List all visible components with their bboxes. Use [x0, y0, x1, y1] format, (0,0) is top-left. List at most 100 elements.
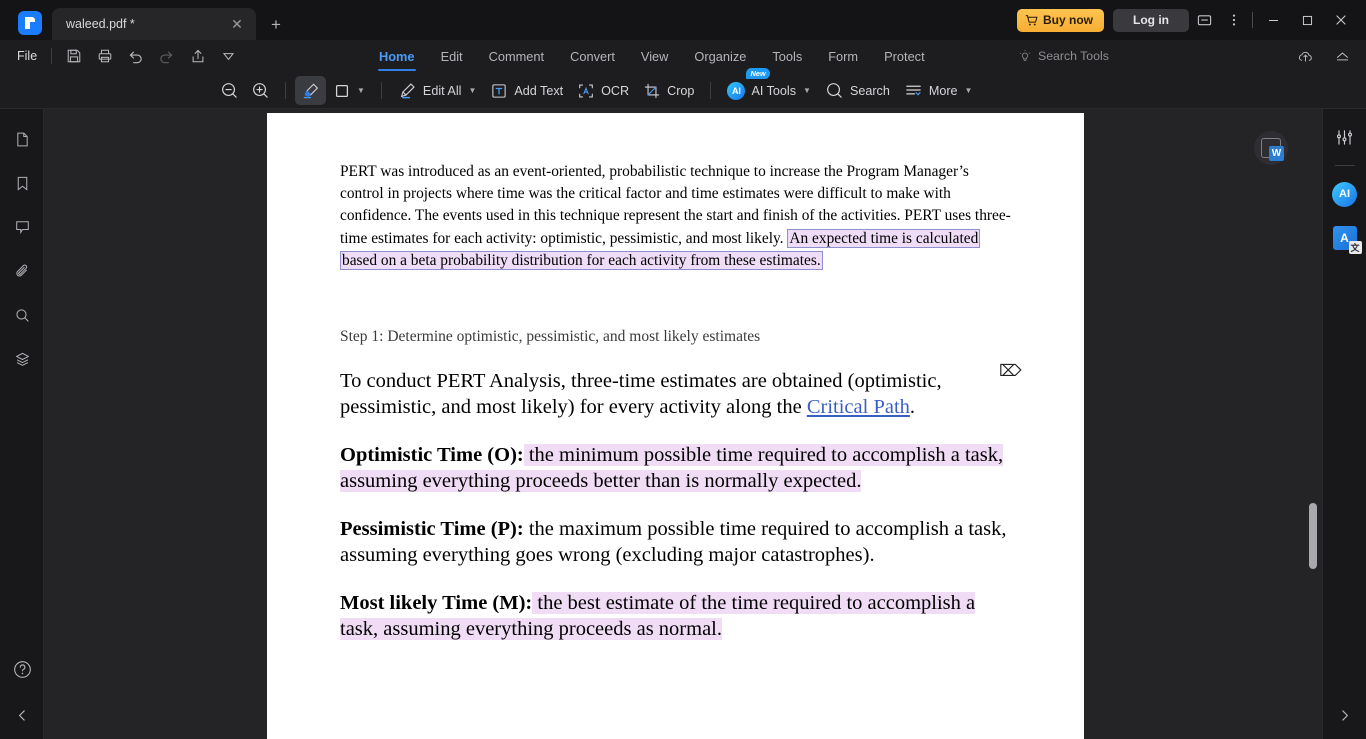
ribbon-tab-label: View [640, 48, 669, 64]
add-text-button[interactable]: Add Text [483, 76, 570, 105]
more-label: More [928, 83, 958, 98]
left-sidebar [0, 109, 44, 739]
ribbon-tab-label: Comment [488, 48, 545, 64]
comment-icon [15, 220, 29, 234]
shape-square-icon [335, 84, 349, 97]
window-controls-group: Buy now Log in [1017, 0, 1366, 40]
log-in-button[interactable]: Log in [1113, 8, 1189, 32]
scrollbar-thumb[interactable] [1309, 503, 1317, 569]
redo-icon[interactable] [151, 42, 182, 70]
minimize-icon[interactable] [1256, 5, 1290, 35]
layers-icon [15, 352, 29, 366]
right-sidebar-settings[interactable] [1323, 115, 1366, 159]
definition-optimistic: Optimistic Time (O): the minimum possibl… [340, 442, 1012, 494]
divider [1334, 165, 1355, 166]
ribbon-right-controls [1290, 40, 1358, 72]
edit-all-button[interactable]: Edit All ▼ [391, 76, 483, 105]
highlight-tool-button[interactable] [295, 76, 326, 105]
ribbon-tab-tools[interactable]: Tools [759, 40, 815, 72]
search-button[interactable]: Search [818, 76, 897, 105]
ribbon-tab-form[interactable]: Form [815, 40, 871, 72]
crop-label: Crop [667, 83, 695, 98]
sidebar-item-comments[interactable] [0, 205, 44, 249]
sliders-icon [1336, 129, 1353, 145]
ribbon-tab-label: Edit [440, 48, 463, 64]
lightbulb-icon [1020, 50, 1030, 61]
document-tab[interactable]: waleed.pdf * ✕ [52, 8, 256, 40]
ribbon-tab-view[interactable]: View [628, 40, 682, 72]
maximize-icon[interactable] [1290, 5, 1324, 35]
export-to-word-icon: W [1261, 138, 1284, 161]
chevron-down-icon: ▼ [468, 86, 477, 95]
file-menu[interactable]: File [17, 49, 37, 63]
chevron-down-icon: ▼ [357, 86, 365, 95]
log-in-label: Log in [1133, 13, 1169, 27]
ocr-button[interactable]: OCR [570, 76, 636, 105]
ribbon-tab-organize[interactable]: Organize [681, 40, 759, 72]
plus-icon[interactable]: + [262, 10, 290, 38]
buy-now-button[interactable]: Buy now [1017, 8, 1104, 32]
cloud-upload-icon[interactable] [1290, 42, 1321, 70]
translate-glyph: 文 [1350, 243, 1360, 253]
attachment-icon [15, 264, 27, 277]
help-button[interactable] [0, 647, 44, 691]
pdf-editor-window: waleed.pdf * ✕ + Buy now Log in File Hom… [0, 0, 1366, 739]
definition-term: Optimistic Time (O): [340, 444, 524, 467]
chevron-right-icon [1341, 709, 1348, 721]
ribbon-tab-home[interactable]: Home [366, 40, 428, 72]
export-to-word-button[interactable]: W [1254, 131, 1288, 165]
buy-now-label: Buy now [1043, 13, 1093, 27]
paragraph-intro: PERT was introduced as an event-oriented… [340, 161, 1012, 272]
collapse-sidebar-button[interactable] [0, 691, 44, 739]
ocr-label: OCR [601, 83, 630, 98]
search-label: Search [849, 83, 890, 98]
print-icon[interactable] [89, 42, 120, 70]
close-window-icon[interactable] [1324, 5, 1358, 35]
document-viewport[interactable]: PERT was introduced as an event-oriented… [44, 109, 1322, 739]
search-panel-icon [15, 308, 29, 322]
add-text-label: Add Text [514, 83, 564, 98]
add-text-icon [492, 83, 507, 98]
zoom-in-button[interactable] [245, 76, 276, 105]
translate-button[interactable]: A 文 [1323, 216, 1366, 260]
undo-icon[interactable] [120, 42, 151, 70]
zoom-out-button[interactable] [214, 76, 245, 105]
ai-assistant-button[interactable]: AI [1323, 172, 1366, 216]
edit-all-label: Edit All [422, 83, 462, 98]
ribbon-tab-edit[interactable]: Edit [428, 40, 476, 72]
close-icon[interactable]: ✕ [228, 15, 246, 33]
collapse-ribbon-icon[interactable] [1327, 42, 1358, 70]
critical-path-link[interactable]: Critical Path [807, 396, 910, 418]
crop-button[interactable]: Crop [636, 76, 701, 105]
ribbon-tab-convert[interactable]: Convert [557, 40, 628, 72]
chevron-down-icon: ▼ [803, 86, 811, 95]
shape-tool-button[interactable]: ▼ [326, 76, 372, 105]
divider [380, 82, 382, 99]
sidebar-item-search[interactable] [0, 293, 44, 337]
vertical-scrollbar[interactable] [1309, 109, 1317, 739]
kebab-menu-icon[interactable] [1219, 5, 1249, 35]
search-tools-button[interactable]: Search Tools [1018, 40, 1109, 72]
sidebar-item-thumbnails[interactable] [0, 117, 44, 161]
text-cursor: ⌦ [999, 361, 1022, 382]
ribbon-tab-label: Protect [884, 48, 925, 64]
right-sidebar: AI A 文 [1322, 109, 1366, 739]
ribbon-tab-protect[interactable]: Protect [871, 40, 938, 72]
more-button[interactable]: More ▼ [897, 76, 980, 105]
ribbon-tab-comment[interactable]: Comment [476, 40, 557, 72]
more-lines-icon [906, 85, 921, 96]
sidebar-item-bookmarks[interactable] [0, 161, 44, 205]
expand-right-panel-button[interactable] [1322, 691, 1366, 739]
pdf-page[interactable]: PERT was introduced as an event-oriented… [267, 113, 1084, 739]
feedback-icon[interactable] [1189, 5, 1219, 35]
definition-most-likely: Most likely Time (M): the best estimate … [340, 590, 1012, 642]
sidebar-item-attachments[interactable] [0, 249, 44, 293]
save-icon[interactable] [58, 42, 89, 70]
ribbon-tabs: Home Edit Comment Convert View Organize … [366, 40, 938, 72]
share-icon[interactable] [182, 42, 213, 70]
definition-pessimistic: Pessimistic Time (P): the maximum possib… [340, 516, 1012, 568]
ribbon-tab-label: Tools [772, 48, 803, 64]
ai-tools-button[interactable]: AI AI Tools ▼ New [720, 68, 818, 105]
customize-dropdown-icon[interactable] [213, 42, 244, 70]
sidebar-item-layers[interactable] [0, 337, 44, 381]
